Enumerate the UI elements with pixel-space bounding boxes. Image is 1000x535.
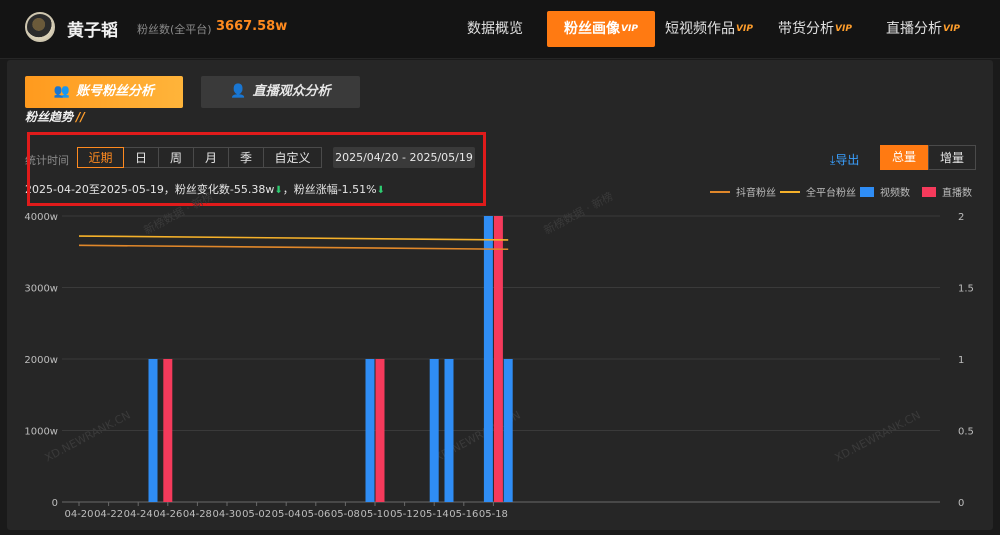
bar-videos xyxy=(503,359,513,502)
bar-videos xyxy=(365,359,375,502)
bar-videos xyxy=(444,359,454,502)
x-tick-label: 04-26 xyxy=(153,509,182,520)
y-right-tick-label: 2 xyxy=(958,212,964,223)
y-right-tick-label: 0 xyxy=(958,498,964,509)
x-tick-label: 05-08 xyxy=(331,509,360,520)
x-tick-label: 05-04 xyxy=(272,509,301,520)
x-tick-label: 05-12 xyxy=(390,509,419,520)
line-douyin-fans xyxy=(78,244,509,251)
y-left-tick-label: 1000w xyxy=(24,427,58,438)
bar-videos xyxy=(429,359,439,502)
y-right-tick-label: 1 xyxy=(958,355,964,366)
y-left-tick-label: 3000w xyxy=(24,284,58,295)
y-left-tick-label: 2000w xyxy=(24,355,58,366)
y-right-tick-label: 0.5 xyxy=(958,427,974,438)
bar-lives xyxy=(493,216,503,502)
x-tick-label: 04-30 xyxy=(212,509,241,520)
x-tick-label: 05-16 xyxy=(449,509,478,520)
bar-videos xyxy=(483,216,493,502)
x-tick-label: 05-10 xyxy=(360,509,389,520)
x-tick-label: 05-18 xyxy=(479,509,508,520)
x-tick-label: 04-20 xyxy=(64,509,93,520)
x-tick-label: 05-02 xyxy=(242,509,271,520)
bar-videos xyxy=(148,359,158,502)
y-left-tick-label: 0 xyxy=(52,498,58,509)
x-tick-label: 05-14 xyxy=(420,509,449,520)
x-tick-label: 04-22 xyxy=(94,509,123,520)
bar-lives xyxy=(163,359,173,502)
x-tick-label: 04-24 xyxy=(124,509,153,520)
y-right-tick-label: 1.5 xyxy=(958,284,974,295)
period-recent[interactable]: 近期 xyxy=(77,147,124,168)
x-tick-label: 04-28 xyxy=(183,509,212,520)
y-left-tick-label: 4000w xyxy=(24,212,58,223)
bar-lives xyxy=(375,359,385,502)
x-tick-label: 05-06 xyxy=(301,509,330,520)
line-all-platform-fans xyxy=(78,235,509,241)
fans-trend-chart: 0 1000w 2000w 3000w 4000w 0 0.5 1 1.5 2 04-20 04-22… xyxy=(24,212,974,520)
